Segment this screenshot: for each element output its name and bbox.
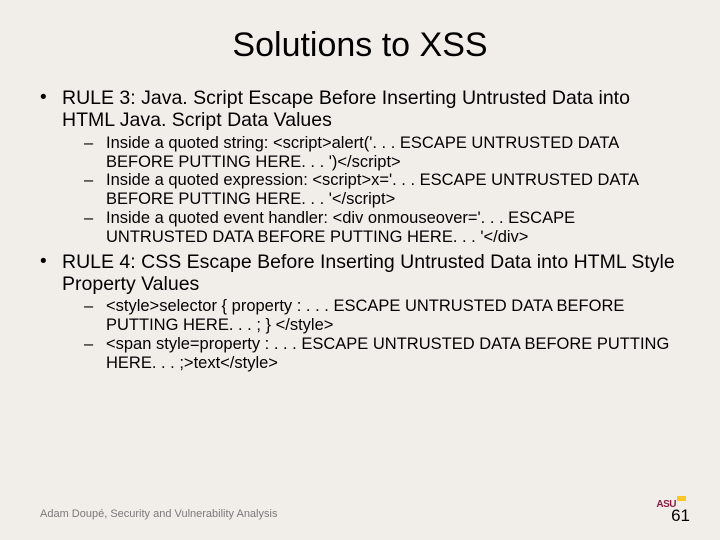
dash-icon: – xyxy=(84,209,106,247)
asu-logo-bar-icon xyxy=(677,496,686,501)
bullet-text: RULE 3: Java. Script Escape Before Inser… xyxy=(62,87,680,132)
slide-title: Solutions to XSS xyxy=(0,0,720,83)
bullet-text: RULE 4: CSS Escape Before Inserting Untr… xyxy=(62,251,680,296)
bullet-text: Inside a quoted event handler: <div onmo… xyxy=(106,209,680,247)
bullet-text: Inside a quoted string: <script>alert('.… xyxy=(106,134,680,172)
bullet-level2: – Inside a quoted expression: <script>x=… xyxy=(84,171,680,209)
slide: Solutions to XSS • RULE 3: Java. Script … xyxy=(0,0,720,540)
dash-icon: – xyxy=(84,297,106,335)
dash-icon: – xyxy=(84,171,106,209)
bullet-dot-icon: • xyxy=(40,87,62,132)
sublist: – Inside a quoted string: <script>alert(… xyxy=(84,134,680,247)
bullet-text: <span style=property : . . . ESCAPE UNTR… xyxy=(106,335,680,373)
dash-icon: – xyxy=(84,134,106,172)
bullet-text: <style>selector { property : . . . ESCAP… xyxy=(106,297,680,335)
dash-icon: – xyxy=(84,335,106,373)
slide-content: • RULE 3: Java. Script Escape Before Ins… xyxy=(0,87,720,373)
bullet-level1: • RULE 3: Java. Script Escape Before Ins… xyxy=(40,87,680,132)
bullet-level2: – <span style=property : . . . ESCAPE UN… xyxy=(84,335,680,373)
bullet-level2: – <style>selector { property : . . . ESC… xyxy=(84,297,680,335)
page-number: 61 xyxy=(671,506,690,526)
footer-text: Adam Doupé, Security and Vulnerability A… xyxy=(40,508,277,520)
bullet-text: Inside a quoted expression: <script>x='.… xyxy=(106,171,680,209)
bullet-level2: – Inside a quoted event handler: <div on… xyxy=(84,209,680,247)
sublist: – <style>selector { property : . . . ESC… xyxy=(84,297,680,372)
bullet-level1: • RULE 4: CSS Escape Before Inserting Un… xyxy=(40,251,680,296)
bullet-level2: – Inside a quoted string: <script>alert(… xyxy=(84,134,680,172)
bullet-dot-icon: • xyxy=(40,251,62,296)
